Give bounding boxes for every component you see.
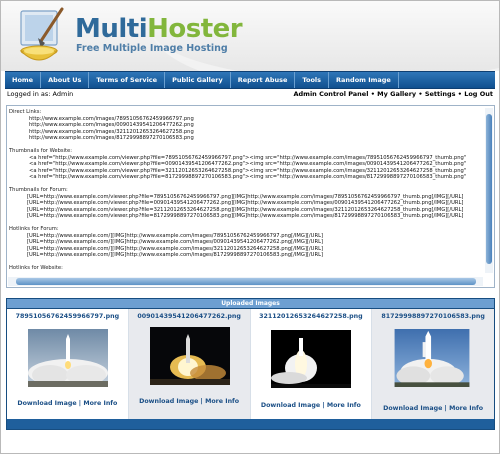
uploaded-image-cell: 00901439541206477262.png Download Image … [128, 309, 251, 419]
direct-link-line: http://www.example.com/images/3211201265… [29, 128, 194, 135]
image-filename: 81729998897270106583.png [381, 313, 485, 320]
direct-link-line: http://www.example.com/images/7895105676… [29, 115, 194, 122]
nav-report-abuse[interactable]: Report Abuse [231, 72, 296, 88]
nav-tools[interactable]: Tools [295, 72, 330, 88]
download-links: Download Image | More Info [372, 405, 494, 412]
image-filename: 32112012653264627258.png [259, 313, 363, 320]
site-tagline: Free Multiple Image Hosting [76, 43, 228, 54]
website-thumb-line: <a href="http://www.example.com/viewer.p… [29, 174, 467, 181]
forum-hotlinks-title: Hotlinks for Forum: [9, 225, 59, 232]
night-launch-thumbnail[interactable] [149, 327, 230, 385]
more-info-link[interactable]: More Info [449, 405, 483, 412]
separator: • [457, 90, 462, 98]
direct-links-title: Direct Links: [9, 109, 42, 115]
nav-home[interactable]: Home [5, 72, 42, 88]
forum-hotlink-line: [URL=http://www.example.com/][IMG]http:/… [27, 239, 323, 246]
link-separator: | [322, 402, 325, 409]
more-info-link[interactable]: More Info [327, 402, 361, 409]
download-image-link[interactable]: Download Image [139, 398, 198, 405]
forum-thumb-line: [URL=http://www.example.com/viewer.php?f… [27, 200, 464, 207]
log-out-link[interactable]: Log Out [464, 90, 493, 98]
forum-hotlink-line: [URL=http://www.example.com/][IMG]http:/… [27, 252, 323, 259]
links-content: Direct Links: http://www.example.com/ima… [9, 109, 484, 274]
daytime-launch-thumbnail[interactable] [392, 329, 472, 387]
nav-public-gallery[interactable]: Public Gallery [165, 72, 231, 88]
download-image-link[interactable]: Download Image [261, 402, 320, 409]
uploaded-images-panel: Uploaded Images 78951056762459966797.png [6, 298, 495, 430]
forum-thumb-line: [URL=http://www.example.com/viewer.php?f… [27, 193, 464, 200]
admin-control-panel-link[interactable]: Admin Control Panel [294, 90, 369, 98]
download-image-link[interactable]: Download Image [17, 400, 76, 407]
uploaded-image-cell: 32112012653264627258.png Download Image … [250, 309, 373, 419]
separator: • [418, 90, 423, 98]
forum-hotlink-line: [URL=http://www.example.com/][IMG]http:/… [27, 232, 323, 239]
my-gallery-link[interactable]: My Gallery [377, 90, 416, 98]
download-links: Download Image | More Info [7, 400, 128, 407]
image-filename: 78951056762459966797.png [15, 313, 120, 320]
brand-hoster: Hoster [147, 14, 243, 44]
logged-in-label: Logged in as: Admin [7, 90, 74, 98]
forum-thumb-line: [URL=http://www.example.com/viewer.php?f… [27, 213, 464, 220]
forum-hotlink-line: [URL=http://www.example.com/][IMG]http:/… [27, 245, 323, 252]
link-separator: | [200, 398, 203, 405]
nav-terms-of-service[interactable]: Terms of Service [89, 72, 166, 88]
user-bar: Logged in as: Admin Admin Control Panel … [5, 88, 495, 100]
more-info-link[interactable]: More Info [205, 398, 239, 405]
horizontal-scroll-thumb[interactable] [16, 278, 476, 285]
links-textarea[interactable]: Direct Links: http://www.example.com/ima… [6, 105, 495, 288]
page: MultiHoster Free Multiple Image Hosting … [0, 0, 500, 454]
user-links: Admin Control Panel • My Gallery • Setti… [294, 88, 494, 100]
separator: • [370, 90, 375, 98]
more-info-link[interactable]: More Info [83, 400, 117, 407]
settings-link[interactable]: Settings [425, 90, 456, 98]
paint-bowl-logo-icon [19, 7, 64, 61]
website-thumb-line: <a href="http://www.example.com/viewer.p… [29, 161, 467, 168]
site-logo-text[interactable]: MultiHoster [75, 14, 243, 44]
uploaded-images-grid: 78951056762459966797.png Download Image … [7, 309, 494, 419]
direct-link-line: http://www.example.com/images/0090143954… [29, 122, 194, 129]
nav-random-image[interactable]: Random Image [329, 72, 399, 88]
main-nav: Home About Us Terms of Service Public Ga… [5, 71, 495, 89]
vertical-scroll-thumb[interactable] [486, 114, 492, 264]
direct-link-line: http://www.example.com/images/8172999889… [29, 135, 194, 142]
image-filename: 00901439541206477262.png [137, 313, 241, 320]
forum-thumb-line: [URL=http://www.example.com/viewer.php?f… [27, 206, 464, 213]
uploaded-images-title: Uploaded Images [7, 299, 494, 309]
download-image-link[interactable]: Download Image [383, 405, 442, 412]
shuttle-launch-thumbnail[interactable] [28, 329, 108, 387]
website-thumbnails-title: Thumbnails for Website: [9, 147, 72, 154]
nav-about-us[interactable]: About Us [41, 72, 90, 88]
vertical-scrollbar[interactable] [485, 108, 493, 273]
brand-multi: Multi [75, 14, 148, 44]
site-header: MultiHoster Free Multiple Image Hosting [1, 1, 499, 71]
uploaded-image-cell: 78951056762459966797.png Download Image … [7, 309, 129, 419]
forum-thumbnails-title: Thumbnails for Forum: [9, 186, 68, 193]
download-links: Download Image | More Info [251, 402, 372, 409]
website-hotlinks-title: Hotlinks for Website: [9, 264, 63, 271]
launch-pad-thumbnail[interactable] [270, 330, 351, 388]
link-separator: | [444, 405, 447, 412]
website-thumb-line: <a href="http://www.example.com/viewer.p… [29, 154, 467, 161]
link-separator: | [78, 400, 82, 407]
download-links: Download Image | More Info [129, 398, 250, 405]
horizontal-scrollbar[interactable] [8, 277, 483, 286]
uploaded-image-cell: 81729998897270106583.png Download Image … [372, 309, 494, 419]
website-thumb-line: <a href="http://www.example.com/viewer.p… [29, 167, 467, 174]
